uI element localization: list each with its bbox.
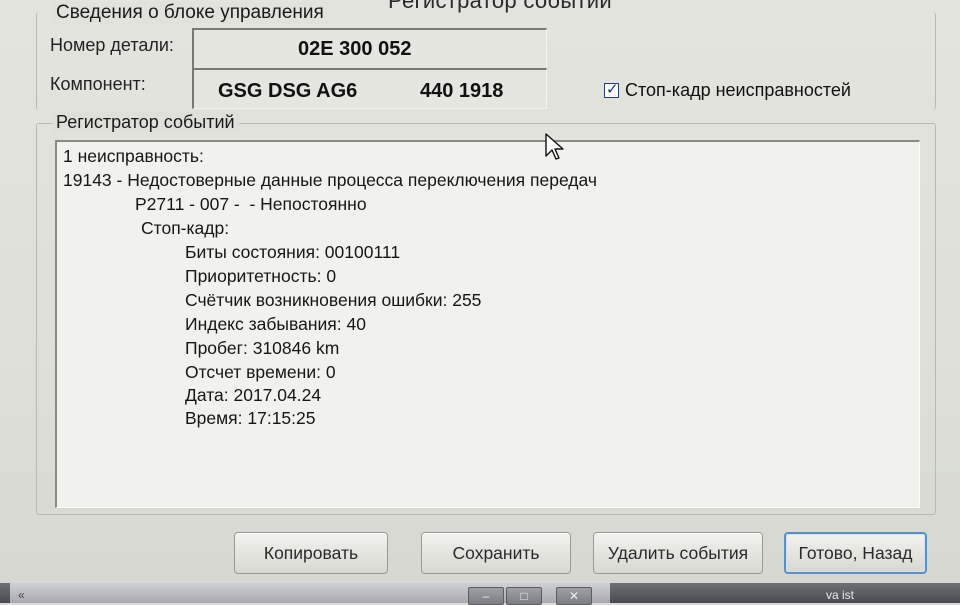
part-number-value: 02E 300 052 [298, 38, 412, 60]
mouse-cursor-icon [545, 133, 564, 160]
taskbar-right-text: va ist [826, 588, 855, 602]
log-line: Приоритетность: 0 [185, 266, 337, 286]
component-value: GSG DSG AG6 [218, 80, 358, 102]
maximize-icon[interactable]: □ [506, 587, 542, 605]
component-label: Компонент: [50, 74, 146, 94]
log-line: Индекс забывания: 40 [185, 314, 366, 334]
event-log-legend: Регистратор событий [52, 112, 239, 133]
taskbar-left-glyph: « [18, 588, 25, 602]
log-line: P2711 - 007 - - Непостоянно [135, 194, 367, 214]
part-number-label: Номер детали: [50, 35, 174, 55]
log-line: Биты состояния: 00100111 [185, 242, 401, 262]
log-line: Стоп-кадр: [141, 218, 230, 238]
log-line: Пробег: 310846 km [185, 338, 340, 358]
log-line: 1 неисправность: [63, 146, 204, 166]
component-field: GSG DSG AG6 440 1918 [192, 68, 547, 109]
event-log-window: Регистратор событий Сведения о блоке упр… [0, 0, 960, 605]
log-line: Дата: 2017.04.24 [185, 385, 322, 405]
log-line: Время: 17:15:25 [185, 408, 316, 428]
minimize-icon[interactable]: – [468, 587, 504, 605]
log-line: Счётчик возникновения ошибки: 255 [185, 290, 482, 310]
save-button[interactable]: Сохранить [421, 532, 571, 574]
control-unit-legend: Сведения о блоке управления [52, 2, 328, 24]
freeze-frame-checkbox[interactable]: ✓ [604, 81, 619, 98]
copy-button[interactable]: Копировать [234, 532, 388, 574]
delete-events-button[interactable]: Удалить события [593, 532, 763, 574]
taskbar: – □ ✕ [0, 583, 960, 605]
part-number-field: 02E 300 052 [192, 28, 547, 69]
checkmark-icon: ✓ [606, 81, 619, 98]
freeze-frame-option[interactable]: ✓ Стоп-кадр неисправностей [604, 80, 851, 101]
close-icon[interactable]: ✕ [556, 587, 592, 605]
done-back-button[interactable]: Готово, Назад [784, 532, 927, 574]
freeze-frame-label: Стоп-кадр неисправностей [625, 80, 851, 100]
component-code: 440 1918 [420, 80, 504, 102]
event-log-textarea[interactable]: 1 неисправность: 19143 - Недостоверные д… [55, 140, 920, 508]
log-line: Отсчет времени: 0 [185, 362, 336, 382]
log-line: 19143 - Недостоверные данные процесса пе… [63, 170, 597, 190]
